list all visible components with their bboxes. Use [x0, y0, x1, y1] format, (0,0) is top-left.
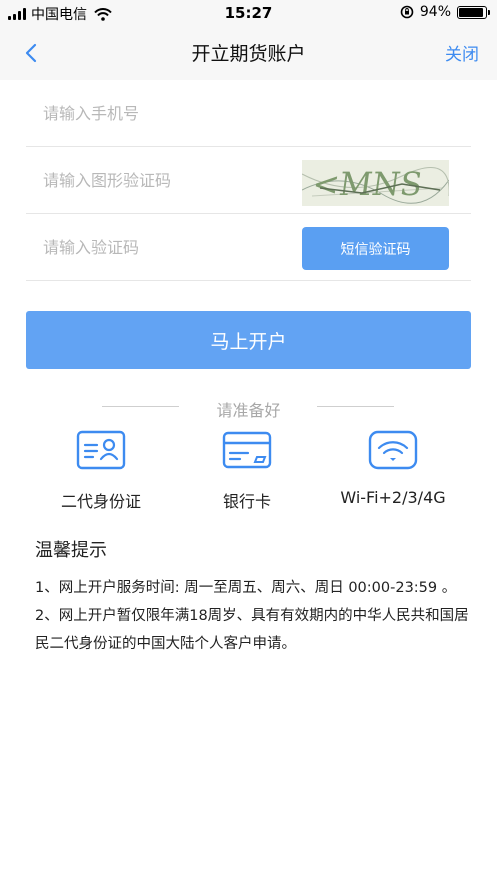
open-account-button[interactable]: 马上开户: [26, 311, 471, 369]
tip-item: 2、网上开户暂仅限年满18周岁、具有有效期内的中华人民共和国居民二代身份证的中国…: [35, 608, 469, 652]
battery-icon: [457, 5, 490, 19]
rotation-lock-icon: [400, 5, 414, 19]
tips-section: 温馨提示 1、网上开户服务时间: 周一至周五、周六、周日 00:00-23:59…: [35, 536, 475, 658]
image-code-input[interactable]: [43, 147, 293, 213]
captcha-image[interactable]: <MNS: [302, 160, 449, 206]
account-form: <MNS 短信验证码: [26, 80, 471, 281]
wifi-icon: [368, 430, 418, 470]
page-title: 开立期货账户: [191, 43, 306, 65]
prepare-item-id-card: 二代身份证: [26, 429, 176, 512]
sms-code-input[interactable]: [43, 214, 293, 280]
prepare-item-bank-card: 银行卡: [172, 429, 322, 512]
nav-bar: 开立期货账户 关闭: [0, 26, 497, 80]
phone-input[interactable]: [43, 80, 293, 146]
prepare-label-network: Wi-Fi+2/3/4G: [340, 488, 446, 507]
prepare-title: 请准备好: [216, 401, 281, 420]
id-card-icon: [76, 430, 126, 470]
battery-percent: 94%: [419, 4, 451, 20]
prepare-label-bank-card: 银行卡: [222, 492, 271, 511]
bank-card-icon: [222, 431, 272, 469]
tips-title: 温馨提示: [35, 540, 107, 561]
sms-code-row: 短信验证码: [26, 214, 471, 281]
battery-fill: [459, 7, 484, 17]
prepare-label-id-card: 二代身份证: [60, 492, 141, 511]
captcha-text: <MNS: [310, 165, 425, 203]
status-right: 94%: [400, 4, 490, 20]
sms-code-button[interactable]: 短信验证码: [302, 227, 449, 270]
image-code-row: <MNS: [26, 147, 471, 214]
status-bar: 中国电信 15:27 94%: [0, 0, 497, 26]
prepare-divider: 请准备好: [0, 401, 497, 431]
prepare-item-network: Wi-Fi+2/3/4G: [318, 429, 468, 507]
close-button[interactable]: 关闭: [445, 40, 479, 65]
divider-line-right: [317, 406, 394, 407]
tip-item: 1、网上开户服务时间: 周一至周五、周六、周日 00:00-23:59 。: [35, 580, 457, 596]
phone-row: [26, 80, 471, 147]
